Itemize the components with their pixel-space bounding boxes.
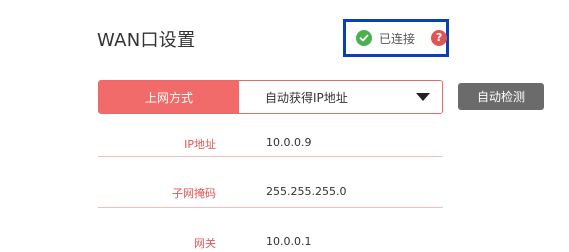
status-text: 已连接: [379, 31, 416, 46]
connection-type-dropdown[interactable]: 自动获得IP地址: [239, 81, 442, 113]
check-circle-icon: [356, 30, 372, 46]
connection-type-value: 自动获得IP地址: [265, 90, 348, 105]
auto-detect-button[interactable]: 自动检测: [458, 83, 544, 110]
ip-address-value: 10.0.0.9: [266, 136, 312, 149]
page-title: WAN口设置: [97, 30, 196, 51]
connection-type-select[interactable]: 上网方式 自动获得IP地址: [98, 80, 443, 114]
divider: [98, 156, 443, 157]
connection-type-label: 上网方式: [99, 81, 239, 113]
subnet-mask-label: 子网掩码: [172, 187, 216, 200]
gateway-label: 网关: [194, 237, 216, 250]
connection-status: 已连接 ?: [343, 19, 449, 57]
subnet-mask-value: 255.255.255.0: [266, 185, 347, 198]
help-icon[interactable]: ?: [431, 30, 448, 46]
ip-address-label: IP地址: [184, 138, 216, 151]
divider: [98, 207, 443, 208]
gateway-value: 10.0.0.1: [266, 235, 312, 248]
caret-down-icon: [416, 93, 430, 101]
